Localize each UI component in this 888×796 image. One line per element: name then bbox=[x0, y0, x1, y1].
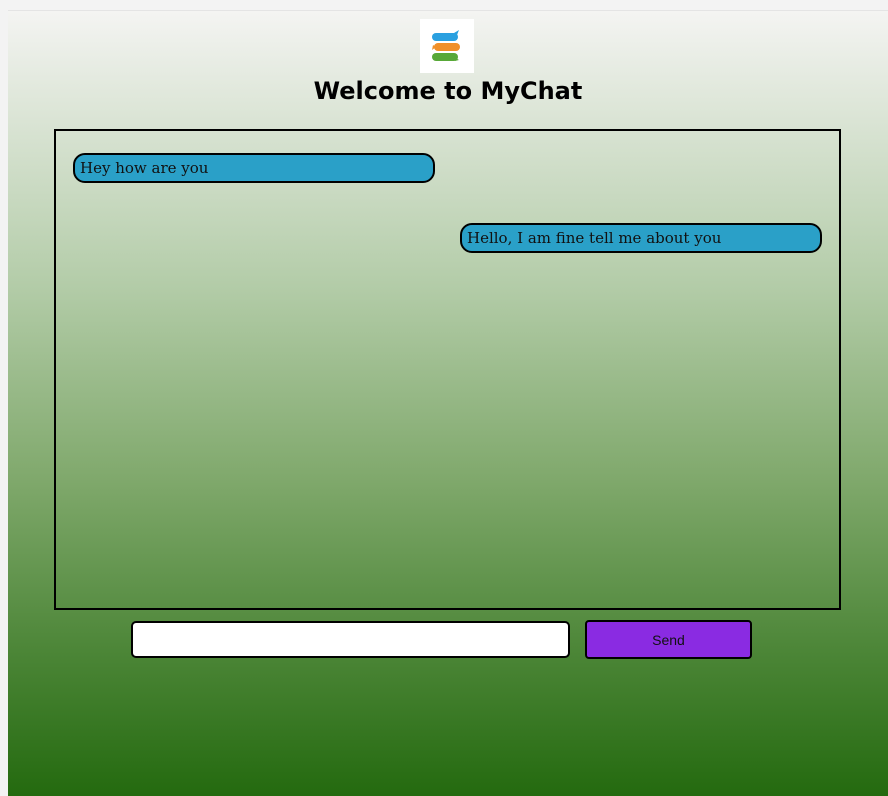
page-title: Welcome to MyChat bbox=[313, 77, 583, 105]
message-bubble-received: Hey how are you bbox=[73, 153, 435, 183]
message-bubble-sent: Hello, I am fine tell me about you bbox=[460, 223, 822, 253]
send-button[interactable]: Send bbox=[585, 620, 752, 659]
app-page: Welcome to MyChat Hey how are you Hello,… bbox=[8, 10, 888, 796]
message-input[interactable] bbox=[131, 621, 570, 658]
mychat-logo-icon bbox=[420, 19, 474, 73]
chat-messages-panel[interactable]: Hey how are you Hello, I am fine tell me… bbox=[54, 129, 841, 610]
